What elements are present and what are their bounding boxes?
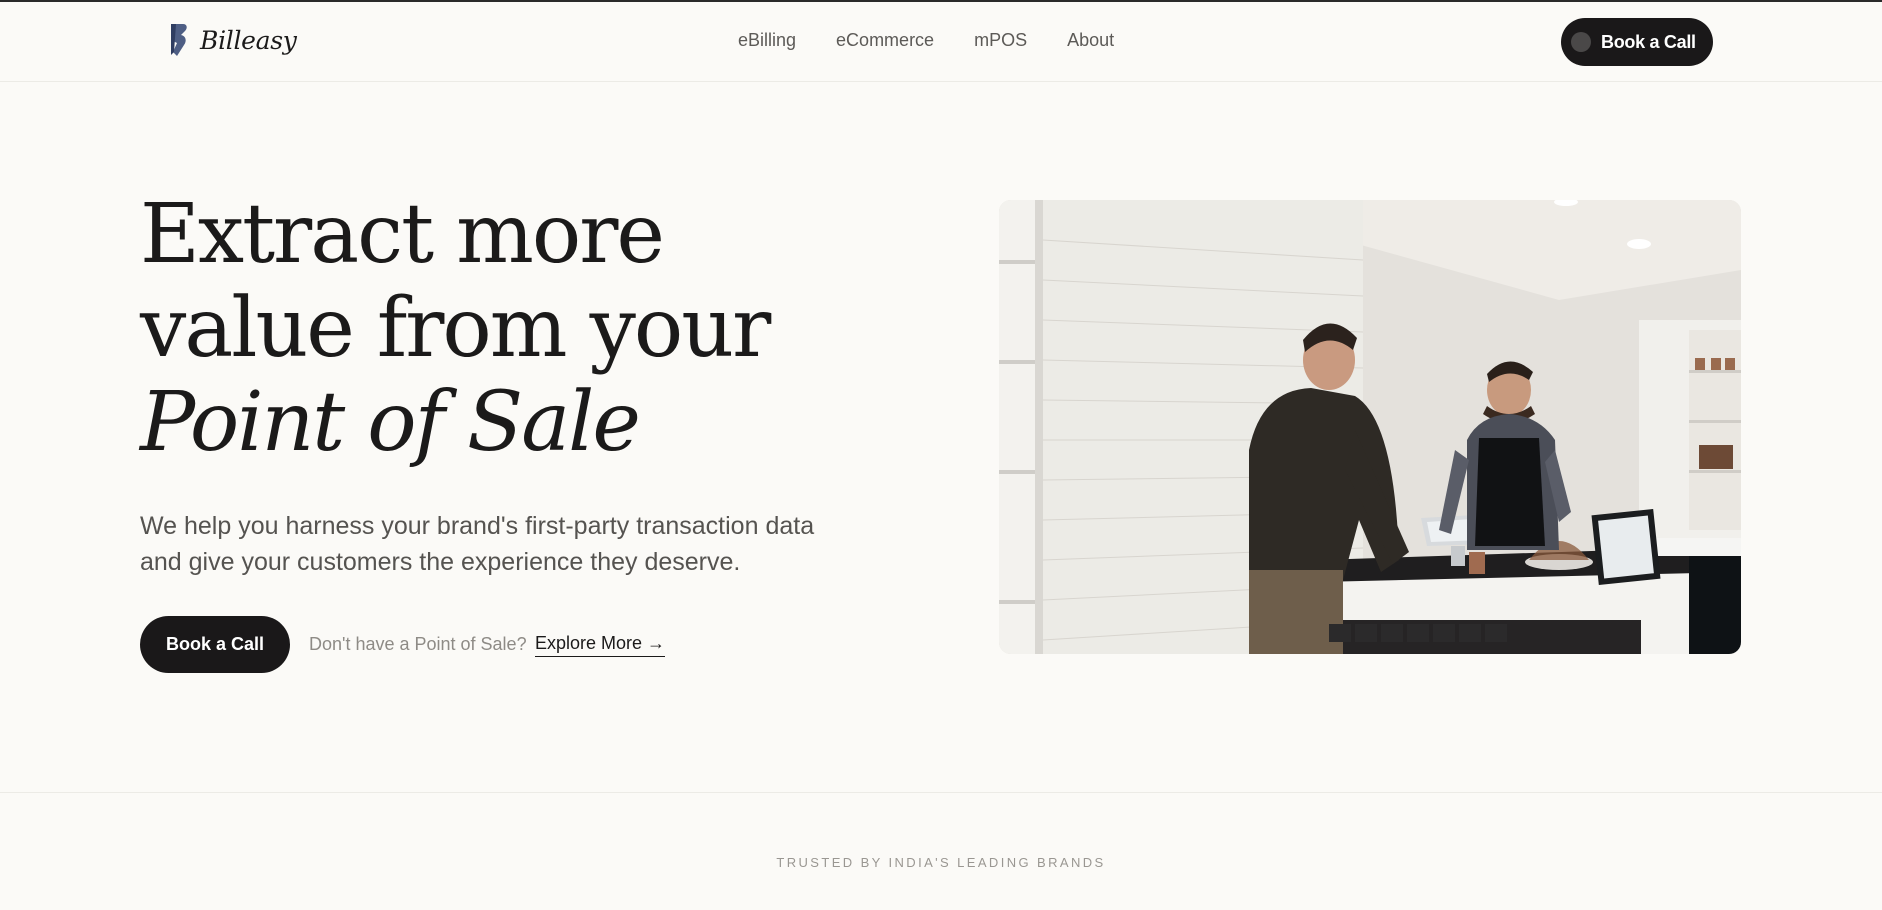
hero-photo [999,200,1741,654]
brand-logo[interactable]: Billeasy [168,22,297,58]
nav-item-mpos[interactable]: mPOS [974,30,1027,51]
section-divider [0,792,1882,793]
main-nav: eBilling eCommerce mPOS About [738,30,1114,51]
site-header: Billeasy eBilling eCommerce mPOS About B… [0,2,1882,82]
no-pos-prompt: Don't have a Point of Sale? [309,634,527,654]
header-book-call-button[interactable]: Book a Call [1561,18,1713,66]
hero-title: Extract more value from your Point of Sa… [140,188,840,470]
nav-item-about[interactable]: About [1067,30,1114,51]
nav-item-ecommerce[interactable]: eCommerce [836,30,934,51]
billeasy-logo-icon [171,24,187,56]
trusted-by-label: TRUSTED BY INDIA'S LEADING BRANDS [776,855,1106,870]
header-cta-label: Book a Call [1601,31,1696,52]
nav-item-ebilling[interactable]: eBilling [738,30,796,51]
avatar-dot-icon [1571,32,1591,52]
hero-title-line-3: Point of Sale [140,375,641,470]
brand-name: Billeasy [200,25,297,55]
hero-subtitle: We help you harness your brand's first-p… [140,512,815,576]
explore-more-link[interactable]: Explore More → [535,633,666,657]
hero-title-line-2: value from your [140,281,771,376]
hero-title-line-1: Extract more [140,187,665,282]
retail-counter-photo-icon [999,200,1741,654]
hero-book-call-button[interactable]: Book a Call [140,616,290,673]
